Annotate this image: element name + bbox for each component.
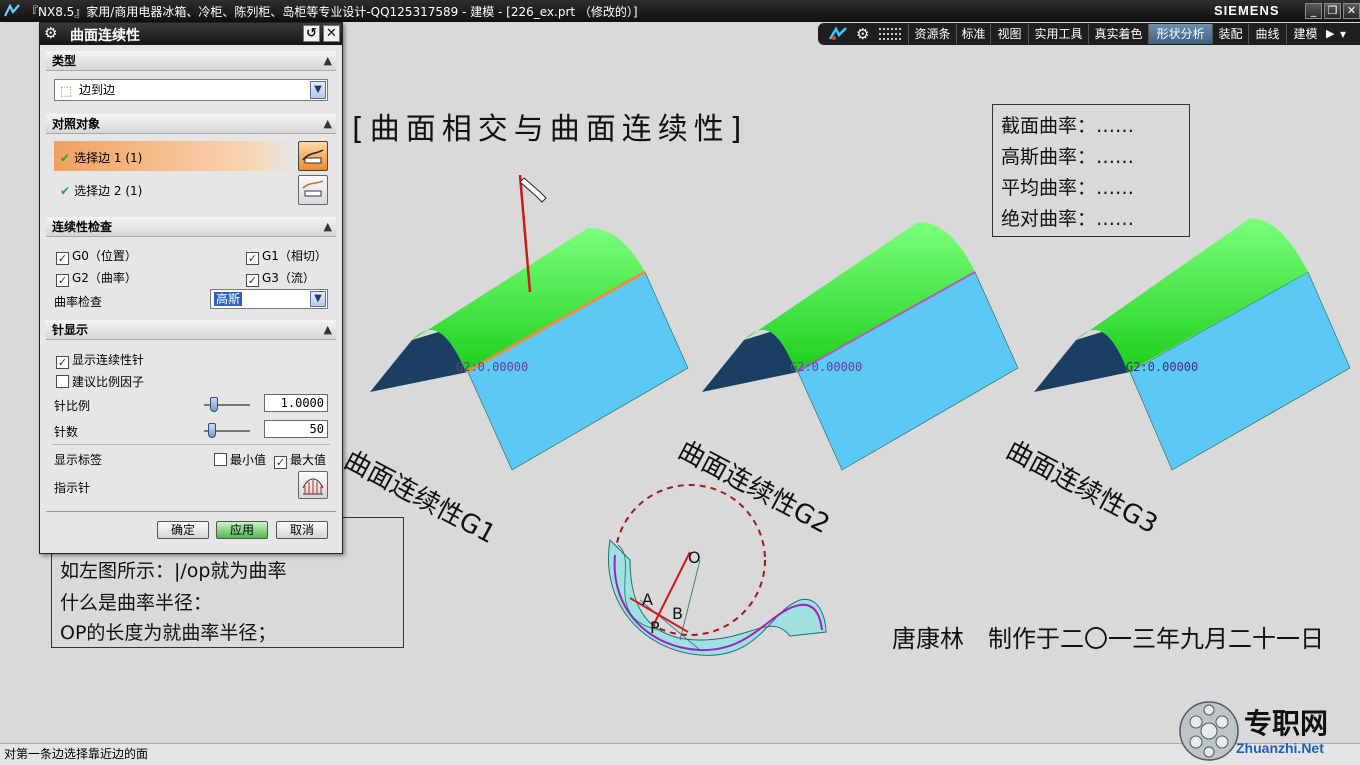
edge-select-icon [302,149,324,164]
curvature-check-label: 曲率检查 [54,295,103,309]
status-text: 对第一条边选择靠近边的面 [4,747,149,761]
select-edge-1-button[interactable] [298,141,328,171]
dropdown-arrow-icon[interactable]: ▼ [310,81,326,99]
select-edge-1[interactable]: ✔ 选择边 1 (1) [54,141,294,171]
reset-icon[interactable]: ↺ [303,25,320,42]
slider-knob[interactable] [210,397,218,412]
checkbox-checked-icon[interactable]: ✓ [56,252,69,265]
select-edge-2[interactable]: ✔ 选择边 2 (1) [54,175,142,203]
author-signature: 唐康林 制作于二〇一三年九月二十一日 [892,625,1324,653]
dialog-title: 曲面连续性 [70,28,140,44]
surface-model-g1[interactable] [370,174,689,471]
edge-to-edge-icon: ⬚ [60,84,73,99]
surface-model-g2[interactable] [702,222,1019,471]
g2-label: G2（曲率） [72,271,137,285]
needle-count-input[interactable]: 50 [264,420,328,438]
g3-checkbox[interactable]: ✓ G3（流） [246,269,315,287]
pointer-label: 指示针 [54,481,91,495]
status-bar: 对第一条边选择靠近边的面 [0,743,1360,765]
note-line: OP的长度为就曲率半径； [60,622,277,644]
select-edge-2-label: 选择边 2 (1) [74,184,143,198]
type-value: 边到边 [79,83,116,97]
g1-checkbox[interactable]: ✓ G1（相切） [246,247,327,265]
diagram-label-b: B [672,604,683,623]
needle-count-slider[interactable] [204,423,250,438]
section-needle[interactable]: 针显示 ▲ [46,320,336,340]
show-needle-checkbox[interactable]: ✓ 显示连续性针 [56,351,144,369]
globe-logo-icon [1179,701,1239,761]
pointer-button[interactable] [298,471,328,499]
needle-count-label: 针数 [54,425,79,439]
note-line: 什么是曲率半径： [60,592,213,614]
section-continuity-label: 连续性检查 [52,220,113,234]
chevron-up-icon[interactable]: ▲ [324,217,332,237]
needle-scale-input[interactable]: 1.0000 [264,394,328,412]
checkbox-unchecked-icon[interactable] [56,375,69,388]
note-line: 如左图所示：|/op就为曲率 [60,560,287,582]
select-edge-1-label: 选择边 1 (1) [74,151,143,165]
divider [52,444,330,445]
show-needle-label: 显示连续性针 [72,353,145,367]
checkbox-checked-icon[interactable]: ✓ [56,356,69,369]
checkmark-icon: ✔ [60,184,71,198]
g1-label: G1（相切） [262,249,327,263]
close-icon[interactable]: ✕ [323,25,340,42]
watermark-en: Zhuanzhi.Net [1236,740,1324,756]
min-label: 最小值 [230,453,267,467]
type-select[interactable]: ⬚ 边到边 ▼ [54,79,328,101]
section-compare-label: 对照对象 [52,117,101,131]
dialog-title-bar[interactable]: ⚙ 曲面连续性 ↺ ✕ [40,23,342,45]
needle-pointer-icon [302,478,324,495]
model-tag: G2:0.00000 [1126,360,1199,374]
watermark-cn: 专职网 [1244,707,1329,740]
divider [46,511,336,512]
curvature-check-select[interactable]: 高斯 ▼ [210,289,328,309]
checkbox-checked-icon[interactable]: ✓ [246,252,259,265]
surface-model-g3[interactable] [1034,218,1351,471]
dropdown-arrow-icon[interactable]: ▼ [310,291,326,307]
gear-icon[interactable]: ⚙ [44,24,57,42]
chevron-up-icon[interactable]: ▲ [324,114,332,134]
max-checkbox[interactable]: ✓ 最大值 [274,451,326,469]
needle-scale-slider[interactable] [204,397,250,412]
pencil-cursor-icon [519,177,547,203]
section-continuity[interactable]: 连续性检查 ▲ [46,217,336,237]
surface-continuity-dialog: ⚙ 曲面连续性 ↺ ✕ 类型 ▲ ⬚ 边到边 ▼ 对照对象 ▲ ✔ 选择边 1 (… [39,22,343,554]
suggest-scale-checkbox[interactable]: 建议比例因子 [56,373,144,390]
section-needle-label: 针显示 [52,323,89,337]
g2-checkbox[interactable]: ✓ G2（曲率） [56,269,137,287]
chevron-up-icon[interactable]: ▲ [324,51,332,71]
diagram-label-a: A [642,590,653,609]
cancel-button[interactable]: 取消 [276,521,328,539]
chevron-up-icon[interactable]: ▲ [324,320,332,340]
section-compare[interactable]: 对照对象 ▲ [46,114,336,134]
checkbox-checked-icon[interactable]: ✓ [56,274,69,287]
select-edge-2-button[interactable] [298,175,328,205]
min-checkbox[interactable]: 最小值 [214,451,266,468]
diagram-label-o: O [688,548,701,567]
section-type[interactable]: 类型 ▲ [46,51,336,71]
g3-label: G3（流） [262,271,315,285]
g0-label: G0（位置） [72,249,137,263]
ok-button[interactable]: 确定 [157,521,209,539]
model-tag: G2:0.00000 [790,360,863,374]
model-tag: G2:0.00000 [456,360,529,374]
g0-checkbox[interactable]: ✓ G0（位置） [56,247,137,265]
slider-knob[interactable] [208,423,216,438]
max-label: 最大值 [290,453,327,467]
apply-button[interactable]: 应用 [216,521,268,539]
checkbox-checked-icon[interactable]: ✓ [246,274,259,287]
edge-select-icon [302,180,324,197]
checkbox-checked-icon[interactable]: ✓ [274,456,287,469]
section-type-label: 类型 [52,54,77,68]
curvature-check-value: 高斯 [214,292,243,306]
suggest-scale-label: 建议比例因子 [72,375,145,389]
needle-scale-label: 针比例 [54,399,91,413]
watermark: 专职网 Zhuanzhi.Net [1178,700,1358,764]
checkmark-icon: ✔ [60,151,71,165]
checkbox-unchecked-icon[interactable] [214,453,227,466]
show-label-label: 显示标签 [54,453,103,467]
diagram-label-p: P [650,618,660,637]
